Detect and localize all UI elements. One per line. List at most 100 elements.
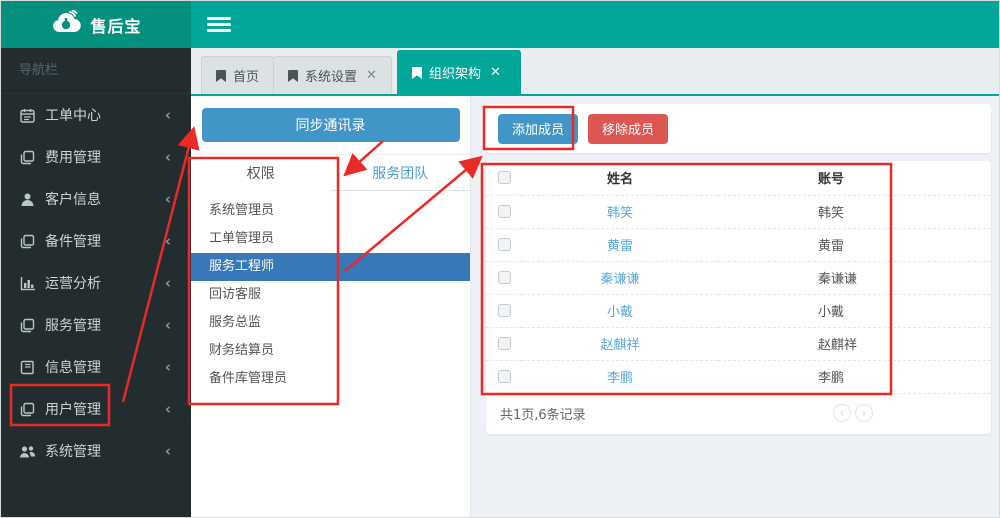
menu-toggle-icon[interactable] <box>207 14 231 35</box>
member-name-link[interactable]: 黄雷 <box>607 239 633 254</box>
tab-org-structure[interactable]: 组织架构 ✕ <box>397 50 521 94</box>
sidebar-item-info-management[interactable]: 信息管理 ‹ <box>1 346 191 388</box>
chevron-collapse-icon: ‹ <box>164 106 171 124</box>
member-row: 李鹏 李鹏 <box>486 360 991 394</box>
copy-icon <box>19 149 36 166</box>
member-account: 秦谦谦 <box>718 261 991 295</box>
sidebar-item-label: 信息管理 <box>45 360 101 376</box>
roles-panel: 同步通讯录 权限 服务团队 系统管理员 工单管理员 服务工程师 回访客服 服务总监 财务结算… <box>191 96 471 517</box>
sidebar-item-label: 备件管理 <box>45 234 101 250</box>
row-checkbox[interactable] <box>497 304 511 317</box>
member-row: 黄雷 黄雷 <box>486 228 991 262</box>
sidebar-item-service-management[interactable]: 服务管理 ‹ <box>1 304 191 346</box>
sidebar-item-label: 用户管理 <box>45 402 101 418</box>
chevron-collapse-icon: ‹ <box>164 190 171 208</box>
member-actions-card: 添加成员 移除成员 <box>486 104 991 153</box>
panel-tab-permissions[interactable]: 权限 <box>191 155 331 191</box>
sidebar-item-label: 运营分析 <box>45 276 101 292</box>
sidebar-item-label: 系统管理 <box>45 444 101 460</box>
nav-section-label: 导航栏 <box>1 48 191 94</box>
remove-member-button[interactable]: 移除成员 <box>588 113 669 144</box>
calendar-icon <box>19 107 36 124</box>
member-row: 韩笑 韩笑 <box>486 195 991 229</box>
bookmark-icon <box>412 66 422 79</box>
role-item[interactable]: 系统管理员 <box>191 197 470 225</box>
member-account: 赵麒祥 <box>718 327 991 361</box>
sidebar-item-label: 费用管理 <box>45 150 101 166</box>
app-logo: 售后宝 <box>1 1 191 48</box>
user-icon <box>19 191 36 208</box>
tab-home[interactable]: 首页 <box>201 56 275 94</box>
app-window: 售后宝 导航栏 工单中心 ‹ 费用管理 ‹ 客户信息 ‹ 备件管理 ‹ 运营分析 ‹ 服务管理 ‹ 信息… <box>0 0 1000 518</box>
role-list: 系统管理员 工单管理员 服务工程师 回访客服 服务总监 财务结算员 备件库管理员 <box>191 197 470 393</box>
member-account: 李鹏 <box>718 360 991 394</box>
chevron-collapse-icon: ‹ <box>164 148 171 166</box>
tab-system-settings[interactable]: 系统设置 ✕ <box>273 56 392 94</box>
role-item[interactable]: 备件库管理员 <box>191 365 470 393</box>
role-item[interactable]: 服务工程师 <box>191 253 470 281</box>
member-name-link[interactable]: 小戴 <box>607 305 633 320</box>
column-header-name: 姓名 <box>522 161 718 196</box>
tab-label: 系统设置 <box>305 70 358 85</box>
row-checkbox[interactable] <box>497 370 511 383</box>
member-row: 秦谦谦 秦谦谦 <box>486 261 991 295</box>
member-account: 小戴 <box>718 294 991 328</box>
main-area: 首页 系统设置 ✕ 组织架构 ✕ 同步通讯录 权限 服务团队 系统管理员 工单管理员 服务工程… <box>191 1 999 517</box>
tab-close-icon[interactable]: ✕ <box>490 65 501 80</box>
sidebar-item-label: 客户信息 <box>45 192 101 208</box>
sync-contacts-button[interactable]: 同步通讯录 <box>201 108 460 142</box>
role-item[interactable]: 服务总监 <box>191 309 470 337</box>
role-item[interactable]: 回访客服 <box>191 281 470 309</box>
column-header-account: 账号 <box>718 161 991 196</box>
sidebar-item-operation-analysis[interactable]: 运营分析 ‹ <box>1 262 191 304</box>
role-item[interactable]: 工单管理员 <box>191 225 470 253</box>
book-icon <box>19 359 36 376</box>
member-name-link[interactable]: 赵麒祥 <box>600 338 639 353</box>
chevron-collapse-icon: ‹ <box>164 358 171 376</box>
row-checkbox[interactable] <box>497 205 511 218</box>
member-name-link[interactable]: 李鹏 <box>607 371 633 386</box>
sidebar-item-customer-info[interactable]: 客户信息 ‹ <box>1 178 191 220</box>
tab-bar: 首页 系统设置 ✕ 组织架构 ✕ <box>191 48 999 96</box>
row-checkbox[interactable] <box>497 337 511 350</box>
panel-tab-service-team[interactable]: 服务团队 <box>330 155 470 191</box>
tab-label: 组织架构 <box>429 67 482 82</box>
tab-label: 首页 <box>233 70 260 85</box>
sidebar-item-user-management[interactable]: 用户管理 ‹ <box>1 388 191 430</box>
sidebar-item-work-order-center[interactable]: 工单中心 ‹ <box>1 94 191 136</box>
content-area: 同步通讯录 权限 服务团队 系统管理员 工单管理员 服务工程师 回访客服 服务总监 财务结算… <box>191 96 999 517</box>
top-header <box>191 1 999 48</box>
sidebar: 售后宝 导航栏 工单中心 ‹ 费用管理 ‹ 客户信息 ‹ 备件管理 ‹ 运营分析 ‹ 服务管理 ‹ 信息… <box>1 1 191 517</box>
row-checkbox[interactable] <box>497 238 511 251</box>
cloud-wrench-logo-icon <box>50 9 84 40</box>
sidebar-item-expense-management[interactable]: 费用管理 ‹ <box>1 136 191 178</box>
sidebar-menu: 工单中心 ‹ 费用管理 ‹ 客户信息 ‹ 备件管理 ‹ 运营分析 ‹ 服务管理 ‹ 信息管理 ‹ 用户管理 ‹… <box>1 94 191 472</box>
row-checkbox[interactable] <box>497 271 511 284</box>
sidebar-item-label: 工单中心 <box>45 108 101 124</box>
prev-page-icon[interactable]: ‹ <box>833 403 851 422</box>
chevron-collapse-icon: ‹ <box>164 442 171 460</box>
copy-icon <box>19 233 36 250</box>
members-table-card: 姓名 账号 韩笑 韩笑 黄雷 黄雷 秦谦谦 秦谦谦 小戴 小戴 赵麒祥 赵麒祥 李鹏 李鹏 共1页,6… <box>486 161 991 434</box>
bookmark-icon <box>288 69 298 82</box>
member-row: 小戴 小戴 <box>486 294 991 328</box>
member-name-link[interactable]: 韩笑 <box>607 206 633 221</box>
tab-close-icon[interactable]: ✕ <box>366 68 377 83</box>
sidebar-item-label: 服务管理 <box>45 318 101 334</box>
app-title: 售后宝 <box>90 16 142 36</box>
add-member-button[interactable]: 添加成员 <box>498 113 579 144</box>
next-page-icon[interactable]: › <box>855 403 873 422</box>
member-name-link[interactable]: 秦谦谦 <box>600 272 639 287</box>
copy-icon <box>19 401 36 418</box>
select-all-checkbox[interactable] <box>497 171 511 185</box>
chevron-collapse-icon: ‹ <box>164 274 171 292</box>
chevron-collapse-icon: ‹ <box>164 400 171 418</box>
role-item[interactable]: 财务结算员 <box>191 337 470 365</box>
chevron-collapse-icon: ‹ <box>164 316 171 334</box>
member-account: 黄雷 <box>718 228 991 262</box>
pagination-bar: 共1页,6条记录 ‹ › <box>486 394 991 434</box>
member-account: 韩笑 <box>718 195 991 229</box>
sidebar-item-spare-parts[interactable]: 备件管理 ‹ <box>1 220 191 262</box>
sidebar-item-system-management[interactable]: 系统管理 ‹ <box>1 430 191 472</box>
copy-icon <box>19 317 36 334</box>
